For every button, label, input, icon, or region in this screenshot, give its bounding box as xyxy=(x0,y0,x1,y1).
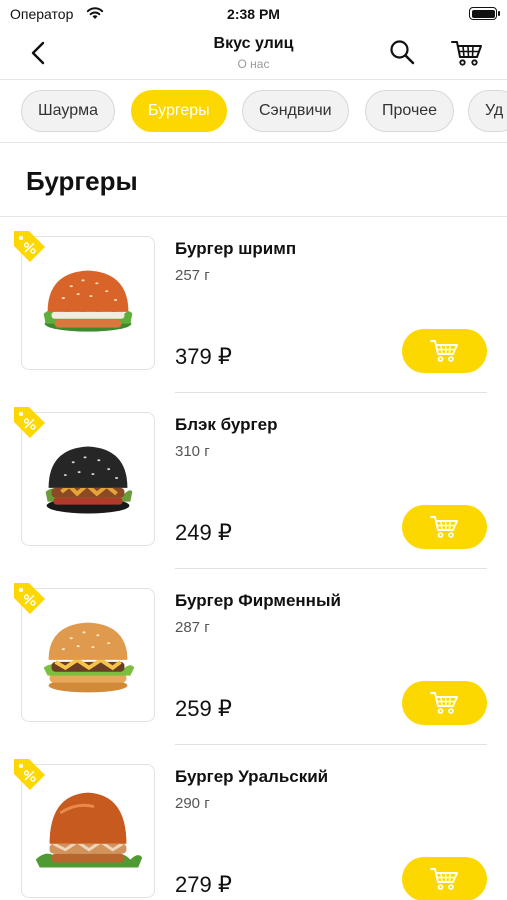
product-name: Блэк бургер xyxy=(175,415,278,434)
product-price: 279 ₽ xyxy=(175,872,232,897)
product-weight: 290 г xyxy=(175,795,210,812)
cart-icon xyxy=(430,516,458,538)
product-name: Бургер шримп xyxy=(175,239,297,258)
discount-tag-icon xyxy=(14,759,45,790)
search-icon[interactable] xyxy=(388,38,416,66)
category-chip-burgers[interactable]: Бургеры xyxy=(131,90,227,132)
battery-icon xyxy=(469,7,500,20)
nav-bar: Вкус улиц О нас xyxy=(0,28,507,80)
product-price: 249 ₽ xyxy=(175,520,232,545)
product-weight: 257 г xyxy=(175,267,210,284)
product-card[interactable]: Бургер Фирменный 287 г 259 ₽ xyxy=(0,569,507,745)
about-link[interactable]: О нас xyxy=(0,57,507,71)
product-weight: 310 г xyxy=(175,443,210,460)
category-chip-shawarma[interactable]: Шаурма xyxy=(21,90,115,132)
add-to-cart-button[interactable] xyxy=(402,857,487,900)
product-price: 259 ₽ xyxy=(175,696,232,721)
discount-tag-icon xyxy=(14,407,45,438)
cart-icon xyxy=(430,340,458,362)
category-tabs: Шаурма Бургеры Сэндвичи Прочее Уд xyxy=(0,80,507,143)
product-card[interactable]: Бургер шримп 257 г 379 ₽ xyxy=(0,217,507,393)
discount-tag-icon xyxy=(14,583,45,614)
product-card[interactable]: Блэк бургер 310 г 249 ₽ xyxy=(0,393,507,569)
category-chip-more[interactable]: Уд xyxy=(468,90,507,132)
product-name: Бургер Фирменный xyxy=(175,591,341,610)
status-bar: Оператор 2:38 PM xyxy=(0,0,507,28)
category-chip-other[interactable]: Прочее xyxy=(365,90,455,132)
section-title: Бургеры xyxy=(26,166,138,196)
add-to-cart-button[interactable] xyxy=(402,681,487,725)
page-title: Вкус улиц xyxy=(213,35,294,52)
cart-icon xyxy=(430,868,458,890)
clock: 2:38 PM xyxy=(227,6,280,22)
product-card[interactable]: Бургер Уральский 290 г 279 ₽ xyxy=(0,745,507,900)
discount-tag-icon xyxy=(14,231,45,262)
product-name: Бургер Уральский xyxy=(175,767,329,786)
cart-icon[interactable] xyxy=(450,36,484,68)
category-chip-sandwiches[interactable]: Сэндвичи xyxy=(242,90,349,132)
product-price: 379 ₽ xyxy=(175,344,232,369)
add-to-cart-button[interactable] xyxy=(402,329,487,373)
cart-icon xyxy=(430,692,458,714)
product-weight: 287 г xyxy=(175,619,210,636)
add-to-cart-button[interactable] xyxy=(402,505,487,549)
